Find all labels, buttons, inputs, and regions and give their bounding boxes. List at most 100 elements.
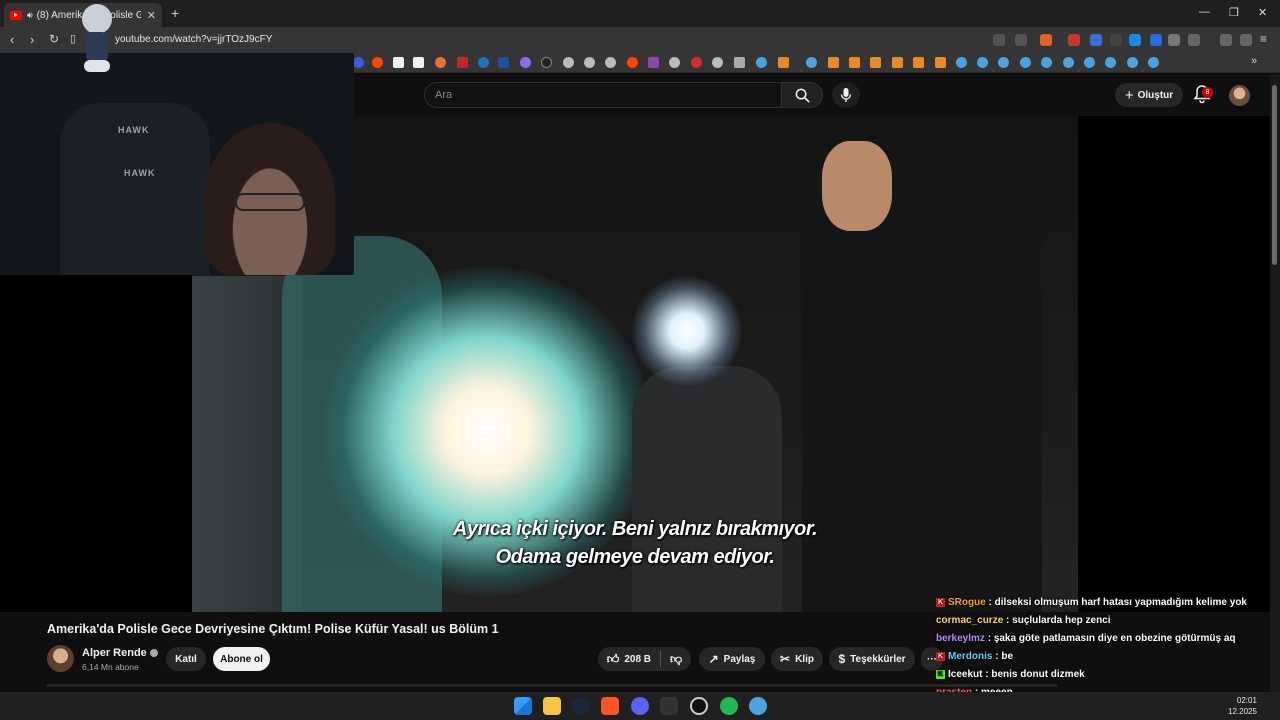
spotify-icon[interactable] [720,697,738,715]
bookmark-favicon-icon[interactable] [956,57,967,68]
brave-shield-icon[interactable] [1040,34,1052,46]
search-box[interactable] [424,82,782,108]
download-icon[interactable] [1220,34,1232,46]
bookmark-favicon-icon[interactable] [913,57,924,68]
chat-text: benis donut dizmek [991,669,1085,680]
like-count[interactable]: 208 B [624,654,651,665]
chat-username[interactable]: SRogue [948,597,986,608]
amazon-icon[interactable] [413,57,424,68]
extension-icon[interactable] [1129,34,1141,46]
scrollbar-thumb[interactable] [1272,85,1277,265]
glasses [235,193,305,211]
back-icon[interactable]: ‹ [10,32,14,47]
bookmark-favicon-icon[interactable] [478,57,489,68]
media-icon[interactable] [1240,34,1252,46]
create-button[interactable]: + Oluştur [1115,83,1183,107]
chat-username[interactable]: Merdonis [948,651,992,662]
like-dislike-group: 👍︎ 208 B 👎︎ [598,647,691,671]
bookmark-favicon-icon[interactable] [520,57,531,68]
share-page-icon[interactable] [1015,34,1027,46]
bookmark-favicon-icon[interactable] [353,57,364,68]
bookmark-favicon-icon[interactable] [1041,57,1052,68]
bookmark-favicon-icon[interactable] [1063,57,1074,68]
app-icon[interactable] [660,697,678,715]
bookmark-favicon-icon[interactable] [648,57,659,68]
sidebar-icon[interactable] [1188,34,1200,46]
search-input[interactable] [425,83,781,107]
folder-icon[interactable] [734,57,745,68]
bookmark-favicon-icon[interactable] [1105,57,1116,68]
menu-icon[interactable]: ≡ [1260,32,1267,46]
bookmark-favicon-icon[interactable] [498,57,509,68]
video-subtitles: Ayrıca içki içiyor. Beni yalnız bırakmıy… [192,515,1078,571]
bookmark-favicon-icon[interactable] [1127,57,1138,68]
bookmark-icon[interactable]: ▯ [70,32,76,45]
bookmark-favicon-icon[interactable] [691,57,702,68]
bookmark-favicon-icon[interactable] [669,57,680,68]
close-tab-icon[interactable]: ✕ [147,9,156,22]
brave-icon[interactable] [601,697,619,715]
extension-icon[interactable] [1110,34,1122,46]
account-avatar[interactable] [1229,85,1250,106]
bookmark-favicon-icon[interactable] [756,57,767,68]
search-button[interactable] [781,82,823,108]
join-button[interactable]: Katıl [166,647,206,671]
cast-icon[interactable] [993,34,1005,46]
extensions-puzzle-icon[interactable] [1168,34,1180,46]
close-window-icon[interactable]: ✕ [1258,6,1267,19]
bookmark-favicon-icon[interactable] [849,57,860,68]
system-clock[interactable]: 02:01 12.2025 [1228,695,1257,717]
bookmark-favicon-icon[interactable] [778,57,789,68]
bookmark-favicon-icon[interactable] [435,57,446,68]
start-icon[interactable] [514,697,532,715]
channel-avatar[interactable] [47,645,74,672]
like-icon[interactable]: 👍︎ [607,652,620,667]
forward-icon[interactable]: › [30,32,34,47]
bookmark-favicon-icon[interactable] [563,57,574,68]
clip-button[interactable]: ✂ Klip [771,647,823,671]
url-field[interactable]: youtube.com/watch?v=jjrTOzJ9cFY [115,34,272,45]
more-bookmarks-icon[interactable]: » [1251,55,1257,67]
bookmark-favicon-icon[interactable] [828,57,839,68]
discord-icon[interactable] [631,697,649,715]
file-explorer-icon[interactable] [543,697,561,715]
extension-icon[interactable] [1150,34,1162,46]
chat-username[interactable]: Iceekut [948,669,982,680]
bookmark-favicon-icon[interactable] [1148,57,1159,68]
bookmark-favicon-icon[interactable] [541,57,552,68]
subscribe-button[interactable]: Abone ol [213,647,270,671]
minimize-window-icon[interactable]: — [1199,6,1210,18]
channel-name[interactable]: Alper Rende [82,647,147,659]
bookmark-favicon-icon[interactable] [977,57,988,68]
channel-name-row[interactable]: Alper Rende [82,647,158,659]
voice-search-button[interactable] [832,82,860,108]
reddit-icon[interactable] [627,57,638,68]
obs-icon[interactable] [690,697,708,715]
extension-icon[interactable] [1068,34,1080,46]
bookmark-favicon-icon[interactable] [1020,57,1031,68]
bookmark-favicon-icon[interactable] [806,57,817,68]
bookmark-favicon-icon[interactable] [584,57,595,68]
share-button[interactable]: ↗ Paylaş [699,647,765,671]
bookmark-favicon-icon[interactable] [1084,57,1095,68]
bookmark-favicon-icon[interactable] [712,57,723,68]
bookmark-favicon-icon[interactable] [998,57,1009,68]
chat-username[interactable]: cormac_curze [936,615,1003,626]
thanks-button[interactable]: $ Teşekkürler [829,647,915,671]
bookmark-favicon-icon[interactable] [870,57,881,68]
extension-icon[interactable] [1090,34,1102,46]
bookmark-favicon-icon[interactable] [935,57,946,68]
bookmark-favicon-icon[interactable] [393,57,404,68]
restore-window-icon[interactable]: ❐ [1229,6,1239,19]
new-tab-button[interactable]: + [171,5,179,21]
bookmark-favicon-icon[interactable] [457,57,468,68]
chat-username[interactable]: berkeylmz [936,633,985,644]
reload-icon[interactable]: ↻ [49,32,59,46]
app-icon[interactable] [749,697,767,715]
bookmark-favicon-icon[interactable] [892,57,903,68]
steam-icon[interactable] [572,697,590,715]
dislike-icon[interactable]: 👎︎ [670,652,682,667]
speaker-icon[interactable]: 🔊︎ [27,10,33,21]
bookmark-favicon-icon[interactable] [605,57,616,68]
reddit-icon[interactable] [372,57,383,68]
